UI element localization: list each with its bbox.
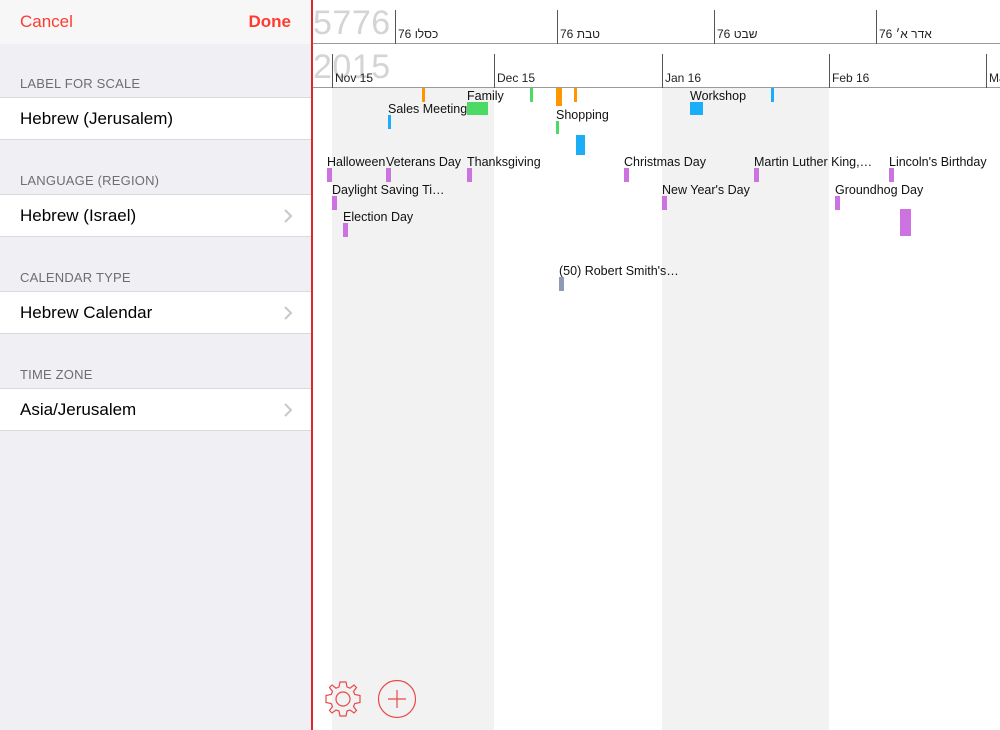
cell-time-zone[interactable]: Asia/Jerusalem — [0, 388, 311, 431]
event-label-election-day: Election Day — [343, 210, 414, 224]
plus-circle-icon[interactable] — [377, 679, 417, 719]
event-bar-workshop[interactable] — [690, 102, 703, 115]
event-label-sales-meeting: Sales Meeting — [388, 102, 468, 116]
event-label-lincolns-birthday: Lincoln's Birthday — [889, 155, 987, 169]
event-bar-blue[interactable] — [576, 135, 585, 155]
event-bar-martin-luther-king[interactable] — [754, 168, 759, 182]
event-label-daylight-saving: Daylight Saving Ti… — [332, 183, 445, 197]
gregorian-month-tick — [494, 54, 495, 88]
done-button[interactable]: Done — [249, 12, 292, 32]
timeline-view[interactable]: 5776 2015 כסלו 76 טבת 76 שבט 76 אדר א׳ 7… — [313, 0, 1000, 730]
gregorian-month-tick — [332, 54, 333, 88]
event-bar-orange[interactable] — [422, 88, 425, 102]
cell-value: Hebrew Calendar — [20, 303, 153, 322]
event-bar-green[interactable] — [530, 88, 533, 102]
hebrew-month-tick — [714, 10, 715, 44]
settings-panel: Cancel Done LABEL FOR SCALE Hebrew (Jeru… — [0, 0, 311, 730]
event-label-workshop: Workshop — [690, 89, 747, 103]
event-bar-sales-meeting[interactable] — [388, 115, 391, 129]
hebrew-month-tick — [557, 10, 558, 44]
gregorian-scale-line — [313, 87, 1000, 88]
section-header-label-for-scale: LABEL FOR SCALE — [20, 76, 141, 91]
event-bar-thanksgiving[interactable] — [467, 168, 472, 182]
chevron-right-icon — [284, 403, 293, 417]
event-label-martin-luther-king: Martin Luther King,… — [754, 155, 873, 169]
event-bar-orange[interactable] — [556, 88, 562, 106]
section-header-time-zone: TIME ZONE — [20, 367, 93, 382]
cancel-button[interactable]: Cancel — [20, 12, 73, 32]
gregorian-month-label: Dec 15 — [497, 71, 536, 85]
hebrew-scale-line — [313, 43, 1000, 44]
hebrew-month-label: טבת 76 — [560, 27, 600, 41]
hebrew-month-label: כסלו 76 — [398, 27, 439, 41]
gregorian-month-label: Nov 15 — [335, 71, 374, 85]
app-root: Cancel Done LABEL FOR SCALE Hebrew (Jeru… — [0, 0, 1000, 730]
gregorian-month-label: Ma — [989, 71, 1000, 85]
event-bar-purple[interactable] — [900, 209, 911, 236]
chevron-right-icon — [284, 306, 293, 320]
event-label-robert-smith-birthday: (50) Robert Smith's… — [559, 264, 679, 278]
cell-language-region[interactable]: Hebrew (Israel) — [0, 194, 311, 237]
event-label-veterans-day: Veterans Day — [386, 155, 462, 169]
gear-icon[interactable] — [323, 679, 363, 719]
event-bar-family[interactable] — [467, 102, 488, 115]
cell-label-for-scale[interactable]: Hebrew (Jerusalem) — [0, 97, 311, 140]
gregorian-month-tick — [829, 54, 830, 88]
event-label-shopping: Shopping — [556, 108, 609, 122]
section-header-language-region: LANGUAGE (REGION) — [20, 173, 160, 188]
event-label-thanksgiving: Thanksgiving — [467, 155, 541, 169]
event-bar-groundhog-day[interactable] — [835, 196, 840, 210]
event-bar-blue[interactable] — [771, 88, 774, 102]
section-header-calendar-type: CALENDAR TYPE — [20, 270, 131, 285]
cell-value: Hebrew (Jerusalem) — [20, 109, 174, 128]
event-bar-lincolns-birthday[interactable] — [889, 168, 894, 182]
gregorian-month-tick — [986, 54, 987, 88]
chevron-right-icon — [284, 209, 293, 223]
cell-value: Asia/Jerusalem — [20, 400, 137, 419]
hebrew-year-label: 5776 — [313, 4, 391, 42]
settings-navbar: Cancel Done — [0, 0, 311, 44]
event-label-family: Family — [467, 89, 504, 103]
event-label-new-years-day: New Year's Day — [662, 183, 750, 197]
cell-calendar-type[interactable]: Hebrew Calendar — [0, 291, 311, 334]
event-bar-robert-smith-birthday[interactable] — [559, 277, 564, 291]
event-bar-christmas-day[interactable] — [624, 168, 629, 182]
event-bar-veterans-day[interactable] — [386, 168, 391, 182]
hebrew-month-tick — [395, 10, 396, 44]
hebrew-month-tick — [876, 10, 877, 44]
gregorian-month-label: Feb 16 — [832, 71, 870, 85]
event-label-christmas-day: Christmas Day — [624, 155, 706, 169]
event-bar-halloween[interactable] — [327, 168, 332, 182]
hebrew-month-label: אדר א׳ 76 — [879, 27, 932, 41]
event-label-groundhog-day: Groundhog Day — [835, 183, 924, 197]
gregorian-month-tick — [662, 54, 663, 88]
hebrew-month-label: שבט 76 — [717, 27, 758, 41]
event-bar-daylight-saving[interactable] — [332, 196, 337, 210]
gregorian-month-label: Jan 16 — [665, 71, 702, 85]
event-bar-orange[interactable] — [574, 88, 577, 102]
event-bar-new-years-day[interactable] — [662, 196, 667, 210]
event-label-halloween: Halloween — [327, 155, 386, 169]
bottom-toolbar — [323, 679, 423, 719]
cell-value: Hebrew (Israel) — [20, 206, 137, 225]
event-bar-shopping[interactable] — [556, 121, 559, 134]
event-bar-election-day[interactable] — [343, 223, 348, 237]
